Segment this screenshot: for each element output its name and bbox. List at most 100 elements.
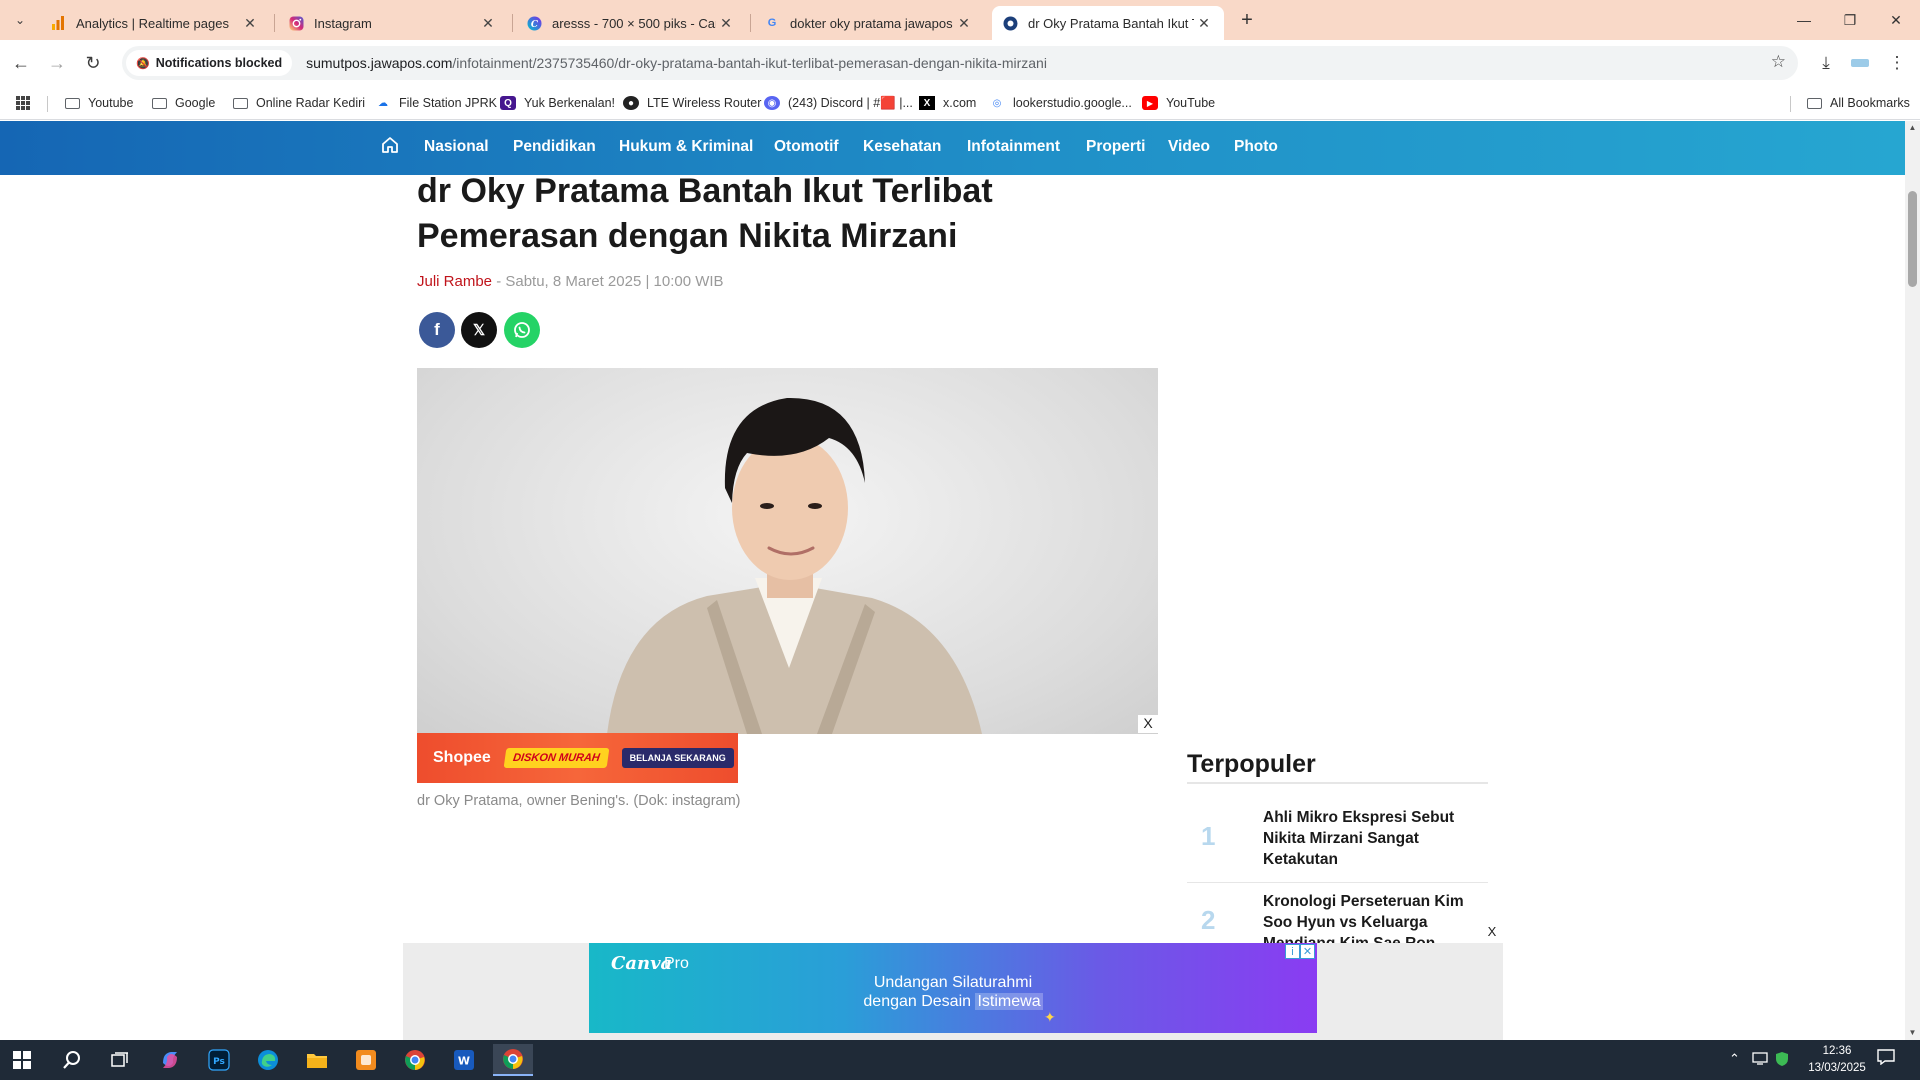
task-view-icon[interactable] bbox=[100, 1044, 140, 1076]
tab-close-icon[interactable]: ✕ bbox=[478, 15, 498, 32]
tab-instagram[interactable]: Instagram ✕ bbox=[278, 6, 508, 40]
tab-title: Analytics | Realtime pages bbox=[76, 15, 229, 31]
nav-nasional[interactable]: Nasional bbox=[424, 138, 489, 156]
clock-date: 13/03/2025 bbox=[1808, 1062, 1866, 1074]
bookmark-file-station[interactable]: ☁ File Station JPRK bbox=[375, 92, 497, 114]
popular-divider bbox=[1187, 882, 1488, 883]
bookmark-radar-kediri-folder[interactable]: Online Radar Kediri bbox=[232, 92, 365, 114]
folder-icon bbox=[232, 96, 248, 110]
scrollbar-thumb[interactable] bbox=[1908, 191, 1917, 287]
popular-rank: 2 bbox=[1201, 905, 1216, 935]
share-whatsapp-button[interactable] bbox=[504, 312, 540, 348]
home-icon[interactable] bbox=[380, 135, 402, 159]
bookmark-x-com[interactable]: Xx.com bbox=[919, 92, 976, 114]
security-shield-icon[interactable] bbox=[1775, 1051, 1789, 1070]
page-scrollbar[interactable]: ▲ ▼ bbox=[1905, 121, 1920, 1040]
bookmark-lte-router[interactable]: ● LTE Wireless Router bbox=[623, 92, 761, 114]
close-window-icon[interactable]: ✕ bbox=[1873, 0, 1919, 40]
bookmark-lookerstudio[interactable]: ◎ lookerstudio.google... bbox=[989, 92, 1132, 114]
photoshop-icon[interactable]: Ps bbox=[199, 1044, 239, 1076]
tab-close-icon[interactable]: ✕ bbox=[954, 15, 974, 32]
canva-banner-ad[interactable]: Canva Pro Undangan Silaturahmi dengan De… bbox=[589, 943, 1317, 1033]
bookmark-google-folder[interactable]: Google bbox=[151, 92, 215, 114]
popular-item-title[interactable]: Ahli Mikro Ekspresi Sebut Nikita Mirzani… bbox=[1263, 807, 1478, 870]
windows-taskbar: Ps W ⌃ 12:36 13/03/2025 bbox=[0, 1040, 1920, 1080]
bookmark-youtube[interactable]: ▶ YouTube bbox=[1142, 92, 1215, 114]
shopee-promo-text: DISKON MURAH bbox=[503, 748, 609, 768]
tab-close-icon[interactable]: ✕ bbox=[716, 15, 736, 32]
chrome-active-icon[interactable] bbox=[493, 1044, 533, 1076]
adchoices-info-icon[interactable]: i bbox=[1285, 944, 1300, 959]
analytics-icon bbox=[50, 15, 66, 31]
adchoices-close-icon[interactable]: ✕ bbox=[1300, 944, 1315, 959]
article-byline: Juli Rambe - Sabtu, 8 Maret 2025 | 10:00… bbox=[417, 273, 724, 290]
tab-canva[interactable]: C aresss - 700 × 500 piks - Canva ✕ bbox=[516, 6, 746, 40]
bookmark-youtube-folder[interactable]: Youtube bbox=[64, 92, 133, 114]
shopee-banner-ad[interactable]: Shopee DISKON MURAH BELANJA SEKARANG bbox=[417, 733, 738, 783]
apps-grid-icon[interactable] bbox=[16, 92, 30, 114]
menu-kebab-icon[interactable]: ⋮ bbox=[1882, 48, 1912, 78]
tray-chevron-up-icon[interactable]: ⌃ bbox=[1729, 1051, 1740, 1067]
adchoices[interactable]: i ✕ bbox=[1285, 944, 1315, 959]
tab-google-search[interactable]: G dokter oky pratama jawapos - G ✕ bbox=[754, 6, 984, 40]
share-facebook-button[interactable]: f bbox=[419, 312, 455, 348]
share-x-button[interactable]: 𝕏 bbox=[461, 312, 497, 348]
nav-pendidikan[interactable]: Pendidikan bbox=[513, 138, 596, 156]
tab-analytics[interactable]: Analytics | Realtime pages ✕ bbox=[40, 6, 270, 40]
nav-infotainment[interactable]: Infotainment bbox=[967, 138, 1060, 156]
extension-icon[interactable] bbox=[1845, 48, 1875, 78]
search-icon[interactable] bbox=[52, 1044, 92, 1076]
url-host: sumutpos.jawapos.com bbox=[306, 55, 453, 71]
windows-start-icon[interactable] bbox=[2, 1044, 42, 1076]
word-icon[interactable]: W bbox=[444, 1044, 484, 1076]
bookmark-discord[interactable]: ◉ (243) Discord | #🟥 |... bbox=[764, 92, 913, 114]
chrome-profile-icon[interactable] bbox=[395, 1044, 435, 1076]
url-text[interactable]: sumutpos.jawapos.com/infotainment/237573… bbox=[306, 55, 1047, 71]
notifications-icon[interactable] bbox=[1877, 1049, 1895, 1068]
discord-icon: ◉ bbox=[764, 96, 780, 110]
nav-otomotif[interactable]: Otomotif bbox=[774, 138, 839, 156]
restore-icon[interactable]: ❐ bbox=[1827, 0, 1873, 40]
minimize-icon[interactable]: — bbox=[1781, 0, 1827, 40]
notifications-blocked-chip[interactable]: 🔕 Notifications blocked bbox=[126, 50, 293, 76]
nav-photo[interactable]: Photo bbox=[1234, 138, 1278, 156]
back-icon[interactable]: ← bbox=[6, 48, 36, 78]
x-icon: 𝕏 bbox=[472, 322, 486, 339]
author-link[interactable]: Juli Rambe bbox=[417, 273, 492, 290]
file-explorer-icon[interactable] bbox=[297, 1044, 337, 1076]
url-path: /infotainment/2375735460/dr-oky-pratama-… bbox=[452, 55, 1047, 71]
scroll-down-icon[interactable]: ▼ bbox=[1905, 1026, 1920, 1040]
scroll-up-icon[interactable]: ▲ bbox=[1905, 121, 1920, 135]
all-bookmarks-button[interactable]: All Bookmarks bbox=[1806, 92, 1910, 114]
address-bar[interactable]: 🔕 Notifications blocked sumutpos.jawapos… bbox=[122, 46, 1798, 80]
file-station-icon: ☁ bbox=[378, 97, 388, 109]
nav-hukum-kriminal[interactable]: Hukum & Kriminal bbox=[619, 138, 753, 156]
shopee-cta-button[interactable]: BELANJA SEKARANG bbox=[621, 748, 734, 768]
forward-icon[interactable]: → bbox=[42, 48, 72, 78]
browser-toolbar: ← → ↻ 🔕 Notifications blocked sumutpos.j… bbox=[0, 40, 1920, 86]
nav-kesehatan[interactable]: Kesehatan bbox=[863, 138, 941, 156]
photo-ad-close-button[interactable]: X bbox=[1138, 715, 1158, 733]
nav-properti[interactable]: Properti bbox=[1086, 138, 1145, 156]
headline-line-1: dr Oky Pratama Bantah Ikut Terlibat bbox=[417, 172, 993, 210]
tab-close-icon[interactable]: ✕ bbox=[1194, 15, 1214, 32]
router-icon: ● bbox=[623, 96, 639, 110]
system-clock[interactable]: 12:36 13/03/2025 bbox=[1802, 1043, 1872, 1077]
tab-active-article[interactable]: dr Oky Pratama Bantah Ikut Ter ✕ bbox=[992, 6, 1224, 40]
network-icon[interactable] bbox=[1752, 1051, 1768, 1068]
bookmark-star-icon[interactable]: ☆ bbox=[1771, 52, 1786, 72]
popular-item[interactable]: 1 Ahli Mikro Ekspresi Sebut Nikita Mirza… bbox=[1187, 807, 1488, 877]
bookmark-yuk-berkenalan[interactable]: Q Yuk Berkenalan! bbox=[500, 92, 615, 114]
new-tab-icon[interactable]: + bbox=[1233, 8, 1261, 32]
download-icon[interactable]: ⤓ bbox=[1811, 48, 1841, 78]
tab-separator bbox=[750, 14, 751, 32]
reload-icon[interactable]: ↻ bbox=[78, 48, 108, 78]
copilot-icon[interactable] bbox=[150, 1044, 190, 1076]
edge-icon[interactable] bbox=[248, 1044, 288, 1076]
nav-video[interactable]: Video bbox=[1168, 138, 1210, 156]
x-icon: X bbox=[919, 96, 935, 110]
tab-search-chevron-icon[interactable]: ⌄ bbox=[8, 9, 32, 31]
tab-close-icon[interactable]: ✕ bbox=[240, 15, 260, 32]
app-orange-icon[interactable] bbox=[346, 1044, 386, 1076]
bottom-ad-close-button[interactable]: X bbox=[1482, 922, 1502, 942]
